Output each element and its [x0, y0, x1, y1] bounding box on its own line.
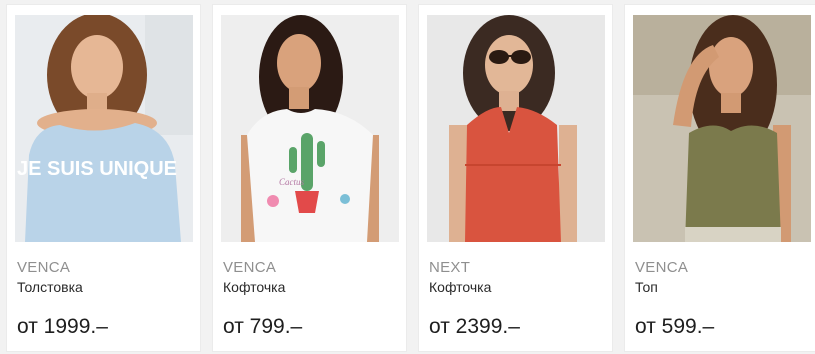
product-title[interactable]: Толстовка: [17, 279, 83, 295]
product-brand: NEXT: [429, 259, 471, 276]
product-photo[interactable]: JE SUIS UNIQUE: [15, 15, 193, 242]
product-photo[interactable]: [427, 15, 605, 242]
product-title[interactable]: Топ: [635, 279, 658, 295]
product-card[interactable]: NEXT Кофточка от 2399.–: [418, 4, 613, 352]
product-photo[interactable]: Cactus: [221, 15, 399, 242]
product-price: от 2399.–: [429, 315, 520, 338]
product-card[interactable]: VENCA Топ от 599.–: [624, 4, 815, 352]
product-brand: VENCA: [635, 259, 689, 276]
product-card[interactable]: JE SUIS UNIQUE VENCA Толстовка от 1999.–: [6, 4, 201, 352]
product-brand: VENCA: [17, 259, 71, 276]
product-price: от 599.–: [635, 315, 715, 338]
product-card[interactable]: Cactus VENCA Кофточка от 799.–: [212, 4, 407, 352]
print-text: JE SUIS UNIQUE: [17, 158, 177, 180]
product-brand: VENCA: [223, 259, 277, 276]
product-title[interactable]: Кофточка: [223, 279, 285, 295]
product-title[interactable]: Кофточка: [429, 279, 491, 295]
product-price: от 1999.–: [17, 315, 108, 338]
product-price: от 799.–: [223, 315, 303, 338]
product-photo[interactable]: [633, 15, 811, 242]
product-grid: JE SUIS UNIQUE VENCA Толстовка от 1999.–: [0, 0, 815, 354]
print-text: Cactus: [279, 177, 304, 187]
